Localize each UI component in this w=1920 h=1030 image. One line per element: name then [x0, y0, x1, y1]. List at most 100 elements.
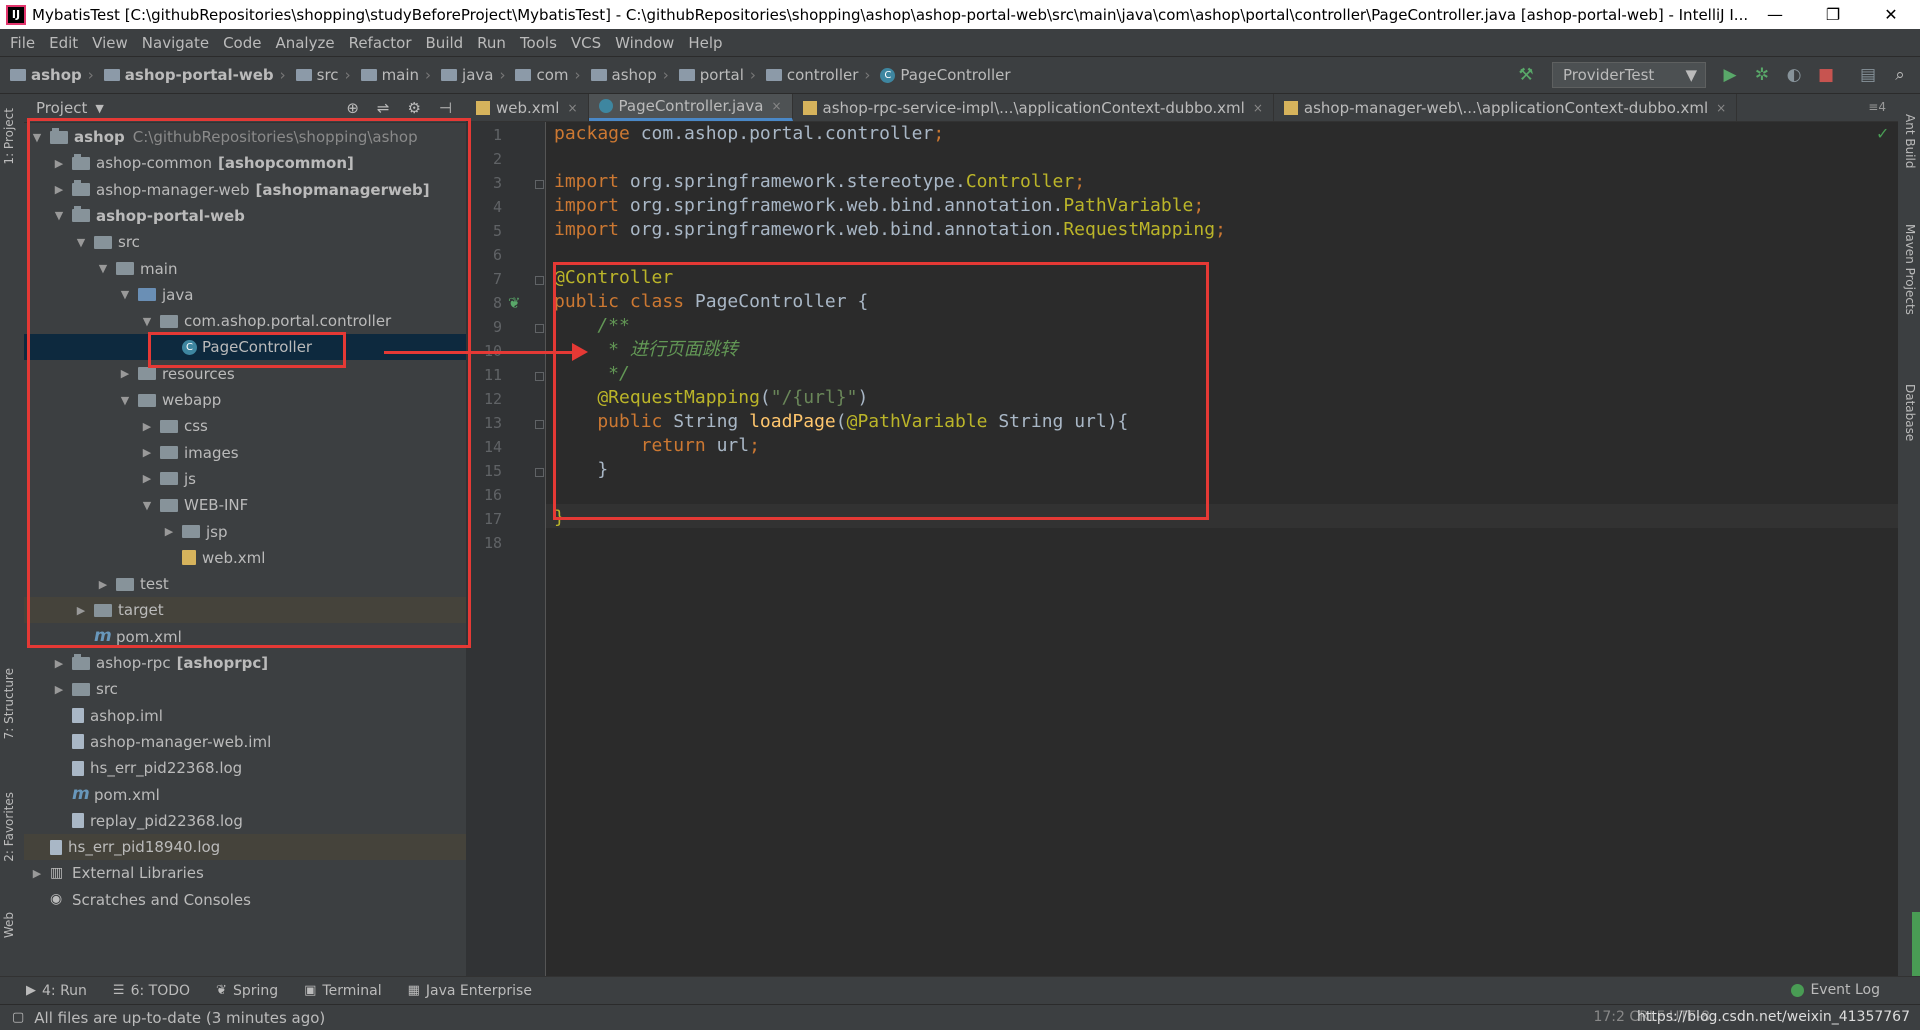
tree-item[interactable]: ◉ Scratches and Consoles	[24, 887, 466, 913]
breadcrumb-item[interactable]: controller ›	[765, 66, 870, 84]
tree-item[interactable]: ▶ ▥ External Libraries	[24, 860, 466, 886]
tree-item[interactable]: ▼ com.ashop.portal.controller	[24, 308, 466, 334]
menu-item-build[interactable]: Build	[426, 34, 464, 52]
breadcrumb-item[interactable]: portal ›	[678, 66, 756, 84]
menu-item-refactor[interactable]: Refactor	[349, 34, 412, 52]
fold-marker-icon[interactable]	[535, 180, 544, 189]
menu-item-code[interactable]: Code	[223, 34, 261, 52]
tree-item[interactable]: ashop.iml	[24, 703, 466, 729]
status-toggle-icon[interactable]: ▢	[12, 1010, 24, 1025]
editor-tab[interactable]: ashop-manager-web\...\applicationContext…	[1274, 94, 1738, 121]
tool-window-favorites[interactable]: 2: Favorites	[2, 792, 16, 862]
coverage-icon[interactable]: ◐	[1784, 65, 1804, 85]
expand-arrow-icon[interactable]: ▼	[52, 209, 66, 222]
tree-item[interactable]: ▼ ashop-portal-web	[24, 203, 466, 229]
tree-item[interactable]: m pom.xml	[24, 624, 466, 650]
minimize-button[interactable]: —	[1746, 0, 1804, 29]
tool-window-ant-build[interactable]: Ant Build	[1903, 114, 1917, 168]
menu-item-file[interactable]: File	[10, 34, 35, 52]
bottom-tab--run[interactable]: ▶ 4: Run	[26, 983, 87, 999]
collapse-arrow-icon[interactable]: ▶	[118, 367, 132, 380]
search-icon[interactable]: ⌕	[1890, 65, 1910, 85]
expand-arrow-icon[interactable]: ▼	[118, 394, 132, 407]
tool-window-project[interactable]: 1: Project	[2, 108, 16, 165]
fold-marker-icon[interactable]	[535, 468, 544, 477]
close-tab-icon[interactable]: ×	[771, 99, 781, 113]
menu-item-navigate[interactable]: Navigate	[142, 34, 209, 52]
tree-item[interactable]: ▶ target	[24, 597, 466, 624]
collapse-arrow-icon[interactable]: ▶	[52, 657, 66, 670]
fold-marker-icon[interactable]	[535, 372, 544, 381]
close-tab-icon[interactable]: ×	[567, 101, 577, 115]
collapse-arrow-icon[interactable]: ▶	[52, 183, 66, 196]
close-button[interactable]: ✕	[1862, 0, 1920, 29]
close-tab-icon[interactable]: ×	[1716, 101, 1726, 115]
tree-item[interactable]: ▼ ashop C:\githubRepositories\shopping\ash…	[24, 124, 466, 150]
expand-arrow-icon[interactable]: ▼	[74, 236, 88, 249]
menu-item-view[interactable]: View	[92, 34, 128, 52]
expand-arrow-icon[interactable]: ▼	[140, 499, 154, 512]
tree-item[interactable]: ▼ WEB-INF	[24, 492, 466, 518]
menu-item-edit[interactable]: Edit	[49, 34, 78, 52]
run-icon[interactable]: ▶	[1720, 65, 1740, 85]
collapse-arrow-icon[interactable]: ▶	[52, 157, 66, 170]
project-panel-title[interactable]: Project	[36, 99, 87, 117]
tree-item[interactable]: ▶ images	[24, 440, 466, 466]
tool-window-maven-projects[interactable]: Maven Projects	[1903, 224, 1917, 315]
tree-item[interactable]: ▼ main	[24, 256, 466, 282]
expand-arrow-icon[interactable]: ▼	[96, 262, 110, 275]
breadcrumb-item[interactable]: ashop-portal-web ›	[103, 66, 286, 84]
editor-tab[interactable]: web.xml ×	[466, 94, 589, 121]
bottom-tab-java-enterprise[interactable]: ▦ Java Enterprise	[408, 983, 532, 999]
spring-bean-icon[interactable]: ❦	[508, 294, 521, 312]
hammer-icon[interactable]: ⚒	[1516, 65, 1536, 85]
maximize-button[interactable]: ❐	[1804, 0, 1862, 29]
editor-tab[interactable]: ashop-rpc-service-impl\...\applicationCo…	[793, 94, 1274, 121]
tree-item[interactable]: ▶ css	[24, 413, 466, 439]
tree-item[interactable]: ▶ js	[24, 466, 466, 492]
tool-window-web[interactable]: Web	[2, 912, 16, 938]
tool-window-structure[interactable]: 7: Structure	[2, 668, 16, 739]
bottom-tab-spring[interactable]: ❦ Spring	[216, 983, 278, 999]
tree-item[interactable]: ashop-manager-web.iml	[24, 729, 466, 755]
collapse-arrow-icon[interactable]: ▶	[74, 604, 88, 617]
tree-item[interactable]: hs_err_pid22368.log	[24, 755, 466, 781]
collapse-arrow-icon[interactable]: ▶	[140, 420, 154, 433]
run-configuration-select[interactable]: ProviderTest ▼	[1552, 62, 1706, 88]
fold-marker-icon[interactable]	[535, 324, 544, 333]
bottom-tab--todo[interactable]: ☰ 6: TODO	[113, 983, 190, 999]
menu-item-tools[interactable]: Tools	[520, 34, 557, 52]
tabs-overflow-button[interactable]: ≡4	[1868, 100, 1886, 114]
gear-icon[interactable]: ⚙	[407, 99, 420, 117]
breadcrumb-item[interactable]: C PageController	[880, 66, 1011, 84]
menu-item-run[interactable]: Run	[477, 34, 506, 52]
event-log-button[interactable]: Event Log	[1791, 982, 1880, 998]
expand-arrow-icon[interactable]: ▼	[30, 131, 44, 144]
close-tab-icon[interactable]: ×	[1253, 101, 1263, 115]
tree-item[interactable]: ▼ webapp	[24, 387, 466, 413]
stop-icon[interactable]: ■	[1816, 65, 1836, 85]
code-editor[interactable]: package com.ashop.portal.controller; impo…	[546, 122, 1898, 976]
tree-item[interactable]: hs_err_pid18940.log	[24, 834, 466, 861]
project-structure-icon[interactable]: ▤	[1858, 65, 1878, 85]
tree-item[interactable]: ▶ ashop-common [ashopcommon]	[24, 150, 466, 176]
menu-item-help[interactable]: Help	[688, 34, 722, 52]
breadcrumb-item[interactable]: java ›	[441, 66, 505, 84]
breadcrumb-item[interactable]: main ›	[360, 66, 431, 84]
locate-icon[interactable]: ⊕	[346, 99, 359, 117]
hide-icon[interactable]: ⊣	[439, 99, 452, 117]
chevron-down-icon[interactable]: ▼	[95, 102, 103, 115]
menu-item-vcs[interactable]: VCS	[571, 34, 601, 52]
tree-item[interactable]: m pom.xml	[24, 782, 466, 808]
expand-arrow-icon[interactable]: ▼	[140, 315, 154, 328]
tree-item[interactable]: ▶ jsp	[24, 519, 466, 545]
collapse-arrow-icon[interactable]: ▶	[96, 578, 110, 591]
tree-item[interactable]: ▶ resources	[24, 361, 466, 387]
collapse-all-icon[interactable]: ⇌	[377, 99, 390, 117]
breadcrumb-item[interactable]: com ›	[515, 66, 581, 84]
tree-item[interactable]: C PageController	[24, 334, 466, 361]
collapse-arrow-icon[interactable]: ▶	[162, 525, 176, 538]
fold-marker-icon[interactable]	[535, 276, 544, 285]
bottom-tab-terminal[interactable]: ▣ Terminal	[304, 983, 381, 999]
tool-window-database[interactable]: Database	[1903, 384, 1917, 441]
